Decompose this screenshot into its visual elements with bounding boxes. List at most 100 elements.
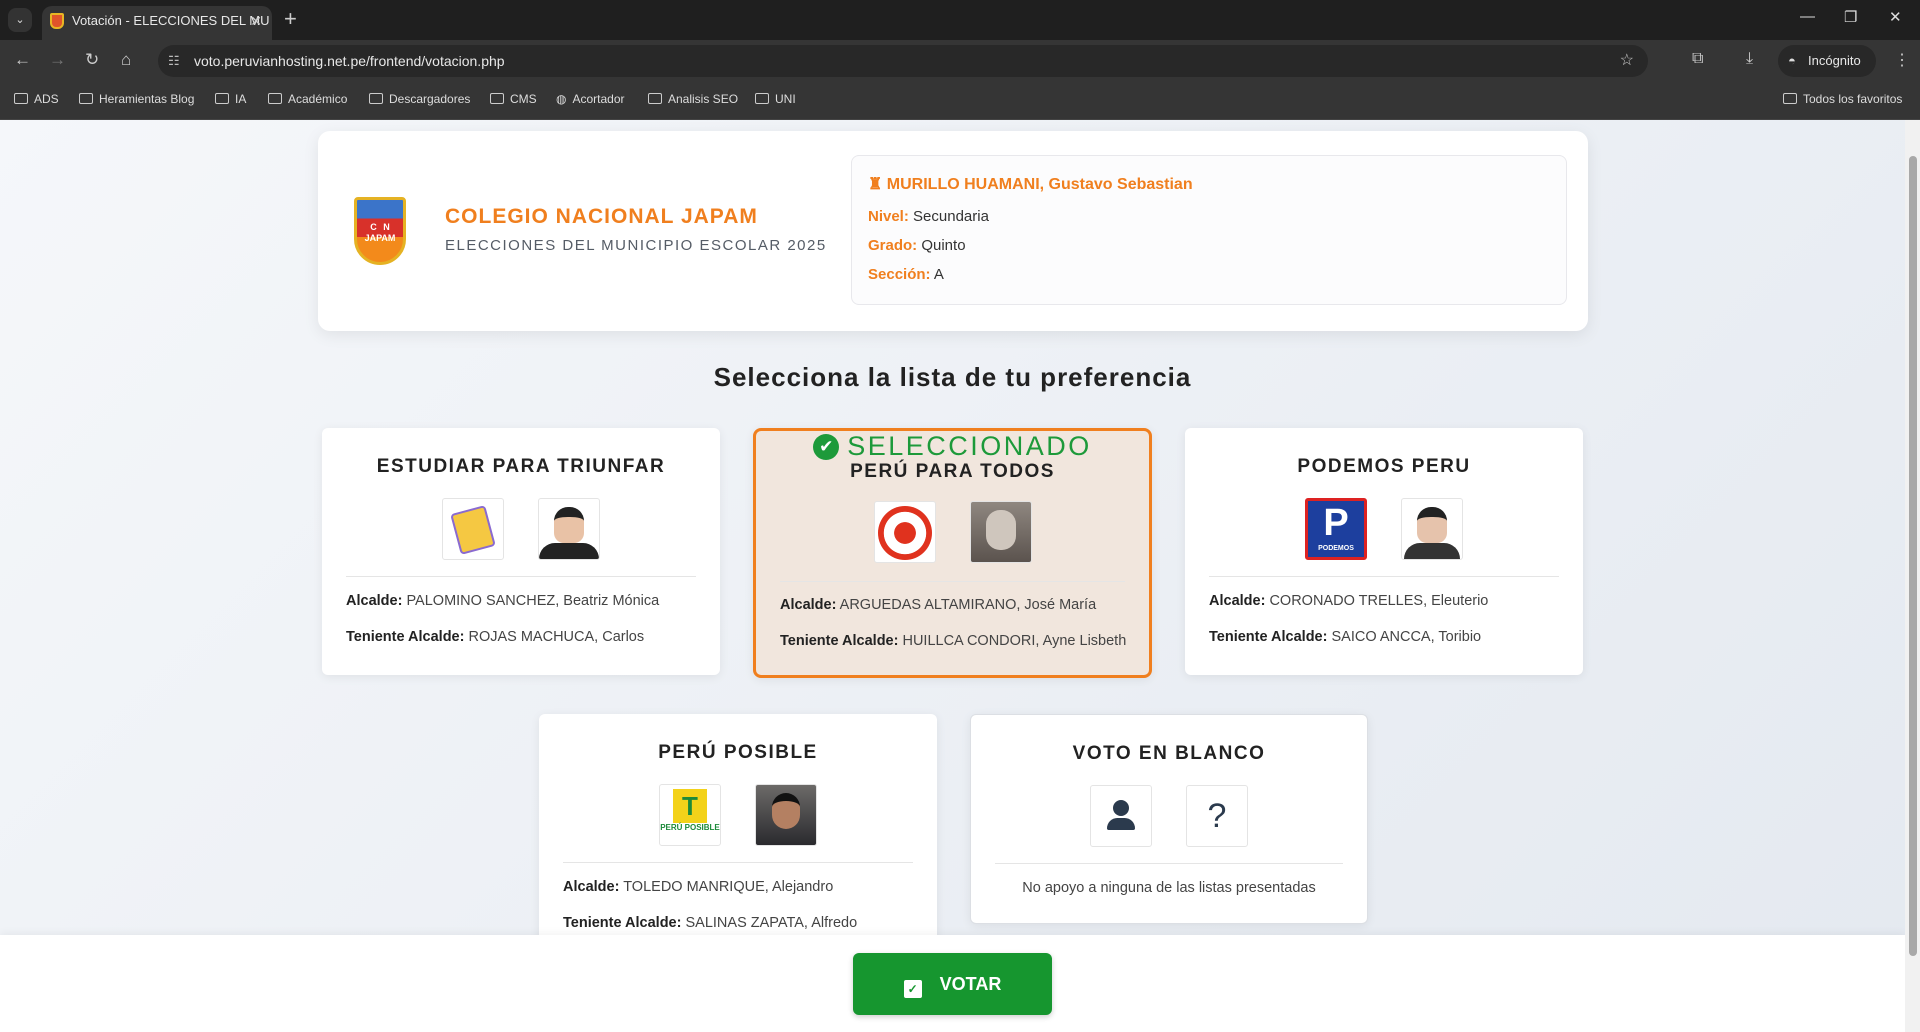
scrollbar-thumb[interactable] <box>1909 156 1917 956</box>
divider <box>563 862 913 863</box>
browser-toolbar: ← → ↻ ⌂ ☷ voto.peruvianhosting.net.pe/fr… <box>0 40 1920 82</box>
alcalde-label: Alcalde: <box>346 593 403 609</box>
menu-icon[interactable]: ⋮ <box>1894 50 1910 70</box>
tab-title: Votación - ELECCIONES DEL MU <box>72 13 270 28</box>
page-heading: Selecciona la lista de tu preferencia <box>713 362 1192 392</box>
party-logo-notebook <box>442 498 504 560</box>
bookmark-academico[interactable]: Académico <box>268 92 347 106</box>
bookmark-herramientas[interactable]: Heramientas Blog <box>79 92 194 106</box>
close-tab-icon[interactable]: ✕ <box>250 6 262 36</box>
list-name: ESTUDIAR PARA TRIUNFAR <box>376 456 666 477</box>
candidate-photo <box>1401 498 1463 560</box>
student-name: MURILLO HUAMANI, Gustavo Sebastian <box>886 176 1193 193</box>
teniente-label: Teniente Alcalde: <box>780 633 899 649</box>
alcalde-name: TOLEDO MANRIQUE, Alejandro <box>623 879 834 895</box>
site-info-icon[interactable]: ☷ <box>168 45 180 77</box>
list-card-estudiar-para-triunfar[interactable]: ESTUDIAR PARA TRIUNFAR Alcalde: PALOMINO… <box>322 428 720 675</box>
incognito-label: Incógnito <box>1808 53 1861 68</box>
all-bookmarks[interactable]: Todos los favoritos <box>1783 92 1902 106</box>
vote-button-label: VOTAR <box>939 974 1002 994</box>
folder-icon <box>369 93 383 104</box>
candidate-photo <box>538 498 600 560</box>
check-circle-icon: ✔ <box>813 434 840 460</box>
close-window-icon[interactable]: ✕ <box>1889 8 1902 26</box>
grado-value: Quinto <box>921 237 966 254</box>
folder-icon <box>268 93 282 104</box>
divider <box>995 863 1343 864</box>
tab-search-button[interactable]: ⌄ <box>8 8 32 32</box>
back-icon[interactable]: ← <box>14 50 31 70</box>
list-name: VOTO EN BLANCO <box>1072 743 1266 764</box>
alcalde-name: PALOMINO SANCHEZ, Beatriz Mónica <box>406 593 660 609</box>
folder-icon <box>648 93 662 104</box>
folder-icon <box>755 93 769 104</box>
list-card-peru-posible[interactable]: PERÚ POSIBLE T PERÚ POSIBLE Alcalde: TOLE… <box>539 714 937 961</box>
extensions-icon[interactable]: ⧉ <box>1692 50 1703 68</box>
party-logo-cockade <box>873 501 936 563</box>
list-name: PERÚ POSIBLE <box>658 742 818 763</box>
crest-text: C N JAPAM <box>364 222 396 243</box>
bookmarks-bar: ADS Heramientas Blog IA Académico Descar… <box>0 82 1920 120</box>
selected-badge: ✔ SELECCIONADO <box>756 431 1149 462</box>
alcalde-label: Alcalde: <box>780 597 837 613</box>
list-card-voto-en-blanco[interactable]: VOTO EN BLANCO ? No apoyo a ninguna de l… <box>970 714 1368 924</box>
reload-icon[interactable]: ↻ <box>85 50 99 70</box>
bookmark-descargadores[interactable]: Descargadores <box>369 92 470 106</box>
nivel-label: Nivel: <box>868 208 909 225</box>
folder-icon <box>14 93 28 104</box>
page-content: C N JAPAM COLEGIO NACIONAL JAPAM ELECCIO… <box>0 120 1905 1032</box>
address-bar[interactable]: ☷ voto.peruvianhosting.net.pe/frontend/v… <box>158 45 1648 77</box>
incognito-badge[interactable]: ◓ Incógnito <box>1778 45 1876 77</box>
home-icon[interactable]: ⌂ <box>121 50 131 70</box>
user-icon <box>1090 785 1152 847</box>
globe-icon: ◍ <box>556 92 567 106</box>
page-scrollbar[interactable] <box>1905 120 1920 1032</box>
folder-icon <box>215 93 229 104</box>
nivel-value: Secundaria <box>913 208 989 225</box>
tab-active[interactable]: Votación - ELECCIONES DEL MU ✕ <box>42 6 272 40</box>
bookmark-analisis-seo[interactable]: Analisis SEO <box>648 92 738 106</box>
bookmark-ads[interactable]: ADS <box>14 92 59 106</box>
bookmark-ia[interactable]: IA <box>215 92 246 106</box>
footer-bar: ✓ VOTAR <box>0 935 1905 1032</box>
party-logo-podemos: P PODEMOS <box>1305 498 1367 560</box>
list-name: PODEMOS PERU <box>1297 456 1471 477</box>
header-card: C N JAPAM COLEGIO NACIONAL JAPAM ELECCIO… <box>318 131 1588 331</box>
restore-icon[interactable]: ❐ <box>1844 8 1857 26</box>
divider <box>346 576 696 577</box>
folder-icon <box>490 93 504 104</box>
url-text: voto.peruvianhosting.net.pe/frontend/vot… <box>194 53 505 69</box>
bookmark-cms[interactable]: CMS <box>490 92 537 106</box>
teniente-label: Teniente Alcalde: <box>563 915 682 931</box>
divider <box>780 581 1125 582</box>
school-name: COLEGIO NACIONAL JAPAM <box>445 205 758 228</box>
teniente-name: HUILLCA CONDORI, Ayne Lisbeth <box>902 633 1127 649</box>
new-tab-button[interactable]: + <box>284 6 297 32</box>
folder-icon <box>1783 93 1797 104</box>
list-card-podemos-peru[interactable]: PODEMOS PERU P PODEMOS Alcalde: CORONADO … <box>1185 428 1583 675</box>
question-icon: ? <box>1186 785 1248 847</box>
forward-icon[interactable]: → <box>49 50 66 70</box>
election-subtitle: ELECCIONES DEL MUNICIPIO ESCOLAR 2025 <box>445 237 827 254</box>
bookmark-star-icon[interactable]: ☆ <box>1620 45 1634 77</box>
bookmark-uni[interactable]: UNI <box>755 92 796 106</box>
folder-icon <box>79 93 93 104</box>
teniente-name: ROJAS MACHUCA, Carlos <box>468 629 645 645</box>
candidate-photo <box>755 784 817 846</box>
ballot-box-icon: ✓ <box>903 980 922 998</box>
alcalde-label: Alcalde: <box>1209 593 1266 609</box>
download-icon[interactable]: ⤓ <box>1746 50 1753 68</box>
school-crest-logo: C N JAPAM <box>354 197 406 265</box>
selected-label: SELECCIONADO <box>847 431 1092 461</box>
vote-button[interactable]: ✓ VOTAR <box>853 953 1052 1015</box>
student-info: ♜ MURILLO HUAMANI, Gustavo Sebastian Niv… <box>851 155 1567 305</box>
list-card-peru-para-todos[interactable]: ✔ SELECCIONADO PERÚ PARA TODOS Alcalde: A… <box>753 428 1152 678</box>
list-name: PERÚ PARA TODOS <box>850 461 1055 482</box>
bookmark-acortador[interactable]: ◍ Acortador <box>556 92 625 106</box>
teniente-label: Teniente Alcalde: <box>346 629 465 645</box>
minimize-icon[interactable]: — <box>1800 8 1815 25</box>
teniente-label: Teniente Alcalde: <box>1209 629 1328 645</box>
tab-strip: ⌄ Votación - ELECCIONES DEL MU ✕ + — ❐ ✕ <box>0 0 1920 40</box>
party-logo-peru-posible: T PERÚ POSIBLE <box>659 784 721 846</box>
alcalde-label: Alcalde: <box>563 879 620 895</box>
